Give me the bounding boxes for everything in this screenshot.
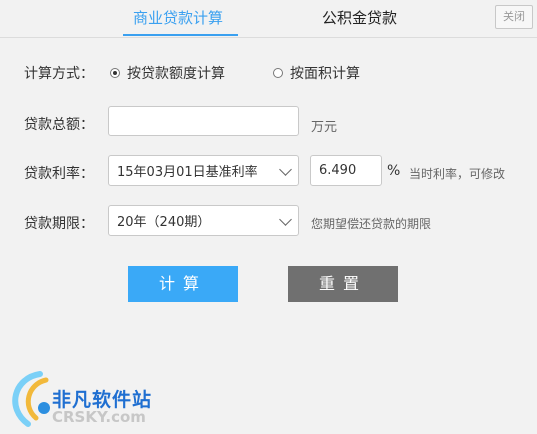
close-button[interactable]: 关闭	[495, 5, 533, 29]
radio-checked-icon	[110, 68, 120, 78]
rate-label: 贷款利率：	[24, 166, 94, 182]
amount-input[interactable]	[108, 106, 299, 136]
tab-bar: 商业贷款计算 公积金贷款 关闭	[0, 0, 537, 38]
term-select-value: 20年（240期）	[117, 215, 211, 230]
radio-by-amount-label: 按贷款额度计算	[127, 66, 225, 82]
rate-input[interactable]: 6.490	[310, 155, 382, 186]
chevron-down-icon	[279, 213, 292, 226]
rate-unit: %	[387, 163, 401, 179]
active-tab-indicator	[123, 34, 238, 36]
radio-by-amount[interactable]: 按贷款额度计算	[110, 63, 225, 83]
tab-commercial-loan[interactable]: 商业贷款计算	[133, 7, 223, 28]
method-label: 计算方式：	[24, 66, 94, 82]
radio-by-area-label: 按面积计算	[290, 66, 360, 82]
term-select[interactable]: 20年（240期）	[108, 205, 299, 236]
amount-unit: 万元	[311, 120, 338, 135]
rate-select[interactable]: 15年03月01日基准利率	[108, 155, 299, 186]
chevron-down-icon	[279, 163, 292, 176]
watermark-en: CRSKY.com	[52, 408, 146, 426]
rate-hint: 当时利率，可修改	[409, 167, 506, 181]
radio-by-area[interactable]: 按面积计算	[273, 63, 360, 83]
term-label: 贷款期限：	[24, 216, 94, 232]
calculate-button[interactable]: 计算	[128, 266, 238, 302]
term-hint: 您期望偿还贷款的期限	[311, 217, 432, 231]
rate-select-value: 15年03月01日基准利率	[117, 165, 258, 180]
reset-button[interactable]: 重置	[288, 266, 398, 302]
tab-provident-fund-loan[interactable]: 公积金贷款	[322, 7, 397, 28]
amount-label: 贷款总额：	[24, 117, 94, 133]
radio-unchecked-icon	[273, 68, 283, 78]
